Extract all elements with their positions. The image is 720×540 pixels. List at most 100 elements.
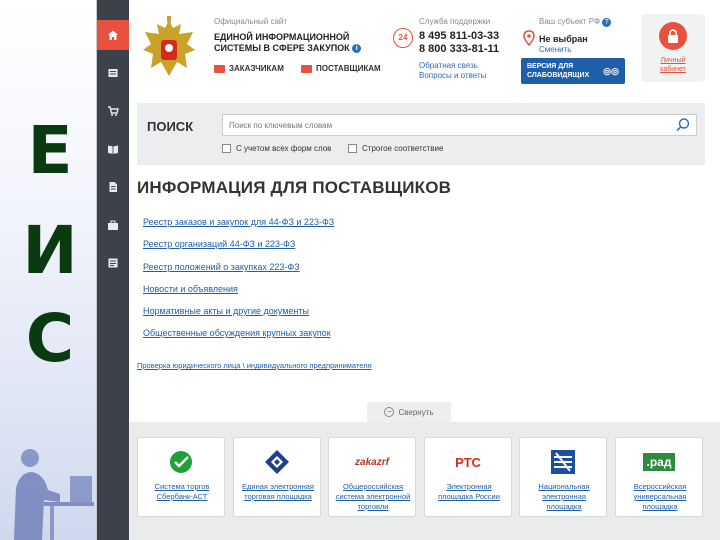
platform-tile-national[interactable]: Национальная электронная площадка <box>519 437 607 517</box>
feedback-link[interactable]: Обратная связь <box>419 61 478 70</box>
help-icon[interactable]: ? <box>602 18 612 27</box>
eis-screenshot: Официальный сайт ЕДИНОЙ ИНФОРМАЦИОННОЙ С… <box>96 0 720 540</box>
glasses-icon: ◎◎ <box>603 66 619 76</box>
platform-label-line: площадка <box>642 502 678 511</box>
sberbank-icon <box>170 451 192 473</box>
coat-of-arms-logo[interactable] <box>137 14 201 84</box>
platform-label: Национальная электронная площадка <box>522 482 606 512</box>
collapse-icon: − <box>384 407 395 417</box>
personal-cabinet-button[interactable]: Личный кабинет <box>641 14 705 82</box>
official-site-label: Официальный сайт <box>214 17 288 26</box>
faq-link[interactable]: Вопросы и ответы <box>419 71 486 80</box>
support-phone-1: 8 495 811-03-33 <box>419 30 500 42</box>
platform-label: Единая электронная торговая площадка <box>236 482 320 502</box>
system-name: ЕДИНОЙ ИНФОРМАЦИОННОЙ СИСТЕМЫ В СФЕРЕ ЗА… <box>214 32 379 54</box>
checkbox-all-forms[interactable]: С учетом всех форм слов <box>222 144 331 153</box>
slide-letter-e: Е <box>27 112 73 189</box>
platform-label-line: торговли <box>357 502 389 511</box>
rts-logo: РТС <box>425 448 511 476</box>
platform-tile-eetp[interactable]: Единая электронная торговая площадка <box>233 437 321 517</box>
platform-label: Общероссийская система электронной торго… <box>331 482 415 512</box>
sidebar-item-registry[interactable] <box>97 58 129 88</box>
region-value: Не выбран <box>539 34 588 44</box>
low-vision-version-button[interactable]: ВЕРСИЯ ДЛЯ СЛАБОВИДЯЩИХ ◎◎ <box>521 58 625 84</box>
location-pin-icon <box>523 30 535 46</box>
suppliers-link[interactable]: ПОСТАВЩИКАМ <box>301 64 381 73</box>
checkbox-strict[interactable]: Строгое соответствие <box>348 144 443 153</box>
side-navigation <box>97 0 129 540</box>
platform-tile-rad[interactable]: .рад Всероссийская универсальная площадк… <box>615 437 703 517</box>
customers-label: ЗАКАЗЧИКАМ <box>229 64 284 73</box>
news-icon <box>108 258 118 268</box>
platform-tile-sberbank-ast[interactable]: Система торгов Сбербанк-АСТ <box>137 437 225 517</box>
entity-check-link[interactable]: Проверка юридического лица \ индивидуаль… <box>137 361 372 370</box>
collapse-button[interactable]: − Свернуть <box>367 402 451 422</box>
system-name-line-2: СИСТЕМЫ В СФЕРЕ ЗАКУПОК i <box>214 43 379 54</box>
sidebar-item-news[interactable] <box>97 248 129 278</box>
platform-label-line: Единая электронная <box>242 482 314 491</box>
lock-icon-circle <box>659 22 687 50</box>
sidebar-item-library[interactable] <box>97 134 129 164</box>
checkbox-box[interactable] <box>348 144 357 153</box>
slide-letter-s: С <box>25 300 75 377</box>
search-panel: ПОИСК С учетом всех форм слов Строгое со… <box>137 103 705 165</box>
platform-label-line: универсальная <box>633 492 687 501</box>
search-title: ПОИСК <box>147 119 194 134</box>
document-icon <box>109 182 117 192</box>
link-news[interactable]: Новости и объявления <box>143 284 238 294</box>
platform-label-line: торговая площадка <box>244 492 312 501</box>
sidebar-item-home[interactable] <box>97 20 129 50</box>
link-regulations-registry[interactable]: Реестр положений о закупках 223-ФЗ <box>143 262 300 272</box>
region-change-link[interactable]: Сменить <box>539 45 571 54</box>
search-input[interactable] <box>222 114 697 136</box>
platforms-footer: Система торгов Сбербанк-АСТ Единая элект… <box>129 422 720 540</box>
system-name-line-1: ЕДИНОЙ ИНФОРМАЦИОННОЙ <box>214 32 350 42</box>
page-title: ИНФОРМАЦИЯ ДЛЯ ПОСТАВЩИКОВ <box>137 178 452 197</box>
collapse-label: Свернуть <box>398 407 434 417</box>
personal-cabinet-label: Личный кабинет <box>641 56 705 74</box>
checkbox-strict-label: Строгое соответствие <box>362 144 444 153</box>
region-title-text: Ваш субъект РФ <box>539 17 601 26</box>
customers-link[interactable]: ЗАКАЗЧИКАМ <box>214 64 284 73</box>
lock-icon <box>668 29 678 43</box>
platform-label: Электронная площадка России <box>427 482 511 502</box>
person-at-desk-silhouette <box>14 449 94 540</box>
platform-label-line: Система торгов <box>154 482 210 491</box>
envelope-icon <box>214 64 225 73</box>
zakazrf-logo: zakazrf <box>329 448 415 476</box>
platform-tile-rts[interactable]: РТС Электронная площадка России <box>424 437 512 517</box>
briefcase-icon <box>108 220 118 230</box>
home-icon <box>108 30 118 40</box>
platform-label-line: Сбербанк-АСТ <box>156 492 208 501</box>
list-icon <box>108 69 118 77</box>
platform-label-line: Электронная <box>446 482 492 491</box>
platform-label-line: Всероссийская <box>633 482 687 491</box>
link-public-discussions[interactable]: Общественные обсуждения крупных закупок <box>143 328 331 338</box>
platform-label-line: площадка <box>546 502 582 511</box>
system-name-line-2-text: СИСТЕМЫ В СФЕРЕ ЗАКУПОК <box>214 43 350 53</box>
zakazrf-logo-text: zakazrf <box>355 456 389 468</box>
sidebar-item-purchases[interactable] <box>97 96 129 126</box>
national-platform-icon <box>551 450 575 474</box>
support-phone-2: 8 800 333-81-11 <box>419 43 500 55</box>
link-organizations-registry[interactable]: Реестр организаций 44-ФЗ и 223-ФЗ <box>143 239 295 249</box>
sidebar-item-business[interactable] <box>97 210 129 240</box>
platform-label-line: система электронной <box>335 492 411 501</box>
cart-icon <box>108 106 119 116</box>
platform-label: Всероссийская универсальная площадка <box>618 482 702 512</box>
info-icon[interactable]: i <box>352 44 362 54</box>
national-platform-logo <box>520 448 606 476</box>
book-icon <box>108 145 118 154</box>
slide-letter-i: И <box>22 212 78 289</box>
link-orders-registry[interactable]: Реестр заказов и закупок для 44-ФЗ и 223… <box>143 217 334 227</box>
sidebar-item-documents[interactable] <box>97 172 129 202</box>
rad-logo-text: .рад <box>642 453 676 471</box>
checkbox-box[interactable] <box>222 144 231 153</box>
link-legal-acts[interactable]: Нормативные акты и другие документы <box>143 306 309 316</box>
envelope-icon <box>301 64 312 73</box>
support-24-icon: 24 <box>393 28 413 48</box>
search-icon[interactable] <box>675 117 691 133</box>
platform-tile-zakazrf[interactable]: zakazrf Общероссийская система электронн… <box>328 437 416 517</box>
rts-logo-text: РТС <box>455 454 481 470</box>
page-content: Официальный сайт ЕДИНОЙ ИНФОРМАЦИОННОЙ С… <box>129 0 720 540</box>
